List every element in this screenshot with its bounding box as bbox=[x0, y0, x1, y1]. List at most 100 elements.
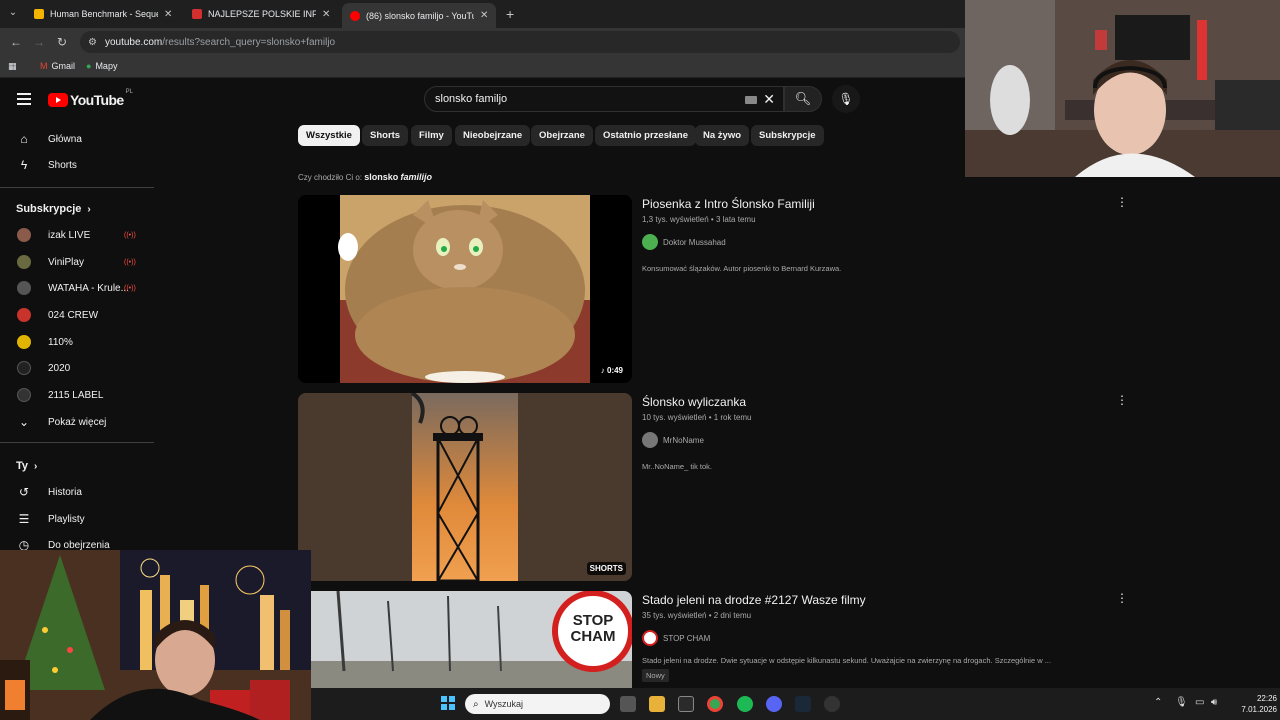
sidebar-sub-2115label[interactable]: 2115 LABEL bbox=[0, 382, 154, 408]
new-tab-button[interactable]: + bbox=[506, 6, 514, 22]
channel-link[interactable]: MrNoName bbox=[642, 432, 1112, 448]
tab-favicon bbox=[192, 9, 202, 19]
thumbnail-mine-tower-image bbox=[298, 393, 632, 581]
sidebar-show-more[interactable]: ⌄ Pokaż więcej bbox=[0, 409, 154, 435]
chrome-icon[interactable] bbox=[707, 696, 723, 712]
browser-tab-3-active[interactable]: (86) slonsko familjo - YouTube ✕ bbox=[342, 3, 497, 28]
sidebar-sub-024crew[interactable]: 024 CREW bbox=[0, 302, 154, 328]
taskbar-search-input[interactable]: ⌕ Wyszukaj bbox=[465, 694, 610, 714]
apps-icon[interactable]: ▦ bbox=[8, 61, 17, 72]
country-code: PL bbox=[125, 89, 133, 95]
video-thumbnail[interactable]: ♪ 0:49 bbox=[298, 195, 632, 383]
video-thumbnail[interactable]: SHORTS bbox=[298, 393, 632, 581]
video-title[interactable]: Ślonsko wyliczanka bbox=[642, 395, 1112, 409]
forward-icon[interactable]: → bbox=[33, 35, 45, 49]
video-description: Mr..NoName_ tik tok. bbox=[642, 462, 713, 471]
sidebar-item-label: izak LIVE bbox=[48, 229, 91, 241]
system-clock[interactable]: 22:26 7.01.2026 bbox=[1233, 693, 1277, 715]
sidebar-item-history[interactable]: ↺ Historia bbox=[0, 479, 154, 505]
reload-icon[interactable]: ↻ bbox=[57, 35, 67, 49]
url-path: /results?search_query=slonsko+familjo bbox=[162, 36, 336, 48]
chip-all[interactable]: Wszystkie bbox=[298, 125, 360, 146]
shorts-badge: SHORTS bbox=[586, 562, 626, 575]
close-icon[interactable]: ✕ bbox=[164, 9, 172, 20]
sidebar-item-shorts[interactable]: ϟ Shorts bbox=[0, 152, 154, 178]
sidebar-item-playlists[interactable]: ☰ Playlisty bbox=[0, 506, 154, 532]
windows-start-icon[interactable] bbox=[441, 696, 455, 710]
sidebar-sub-izak[interactable]: izak LIVE ((•)) bbox=[0, 222, 154, 248]
search-result[interactable]: STOP CHAM Stado jeleni na drodze #2127 W… bbox=[298, 591, 1128, 688]
store-icon[interactable] bbox=[678, 696, 694, 712]
home-icon: ⌂ bbox=[20, 132, 28, 146]
browser-tab-2[interactable]: NAJLEPSZE POLSKIE INFLUENCE ✕ bbox=[184, 3, 338, 25]
address-bar[interactable]: ⚙ youtube.com/results?search_query=slons… bbox=[80, 31, 960, 53]
microphone-tray-icon[interactable]: 🎙︎ bbox=[1175, 697, 1188, 708]
close-icon[interactable]: ✕ bbox=[480, 10, 488, 21]
browser-tab-1[interactable]: Human Benchmark - Sequence ✕ bbox=[26, 3, 180, 25]
clear-search-icon[interactable]: ✕ bbox=[763, 91, 775, 108]
chevron-up-icon[interactable]: ⌃ bbox=[1154, 697, 1162, 708]
back-icon[interactable]: ← bbox=[10, 35, 22, 49]
did-you-mean-link[interactable]: slonsko familijo bbox=[364, 172, 432, 182]
tab-search-button[interactable]: ⌄ bbox=[6, 5, 20, 21]
discord-icon[interactable] bbox=[766, 696, 782, 712]
search-button[interactable]: 🔍︎ bbox=[784, 86, 822, 112]
windows-taskbar: ⌕ Wyszukaj ⌃ 🎙︎ ▭ 🔊︎ 22:26 7.01.2026 bbox=[311, 688, 1280, 720]
chip-recently-uploaded[interactable]: Ostatnio przesłane bbox=[595, 125, 696, 146]
video-meta: 1,3 tys. wyświetleń • 3 lata temu bbox=[642, 215, 756, 224]
sidebar-item-home[interactable]: ⌂ Główna bbox=[0, 126, 154, 152]
more-options-icon[interactable]: ⋮ bbox=[1116, 591, 1128, 605]
search-result[interactable]: ♪ 0:49 Piosenka z Intro Ślonsko Familiji… bbox=[298, 195, 1128, 383]
close-icon[interactable]: ✕ bbox=[322, 9, 330, 20]
sidebar-item-label: 024 CREW bbox=[48, 309, 99, 321]
keyboard-icon[interactable] bbox=[745, 96, 757, 104]
more-options-icon[interactable]: ⋮ bbox=[1116, 195, 1128, 209]
task-view-icon[interactable] bbox=[620, 696, 636, 712]
search-input[interactable]: slonsko familjo ✕ bbox=[424, 86, 784, 112]
avatar bbox=[17, 228, 31, 242]
subscriptions-title: Subskrypcje bbox=[16, 203, 82, 215]
sidebar-sub-wataha[interactable]: WATAHA - Krule... ((•)) bbox=[0, 275, 154, 301]
chip-shorts[interactable]: Shorts bbox=[362, 125, 409, 146]
sidebar-sub-2020[interactable]: 2020 bbox=[0, 355, 154, 381]
maps-icon: ● bbox=[86, 61, 92, 71]
tab-title: Human Benchmark - Sequence bbox=[50, 9, 158, 19]
sidebar-sub-110[interactable]: 110% bbox=[0, 329, 154, 355]
live-icon: ((•)) bbox=[124, 284, 136, 292]
obs-icon[interactable] bbox=[824, 696, 840, 712]
avatar bbox=[17, 308, 31, 322]
more-options-icon[interactable]: ⋮ bbox=[1116, 393, 1128, 407]
channel-name: STOP CHAM bbox=[663, 633, 711, 643]
chip-subscriptions[interactable]: Subskrypcje bbox=[751, 125, 824, 146]
channel-link[interactable]: Doktor Mussahad bbox=[642, 234, 1112, 250]
video-title[interactable]: Stado jeleni na drodze #2127 Wasze filmy bbox=[642, 593, 1112, 607]
tab-favicon bbox=[350, 10, 360, 21]
subscriptions-header[interactable]: Subskrypcje › bbox=[16, 203, 91, 215]
volume-icon[interactable]: 🔊︎ bbox=[1211, 697, 1217, 708]
bookmark-gmail[interactable]: M Gmail bbox=[40, 61, 75, 71]
video-title[interactable]: Piosenka z Intro Ślonsko Familiji bbox=[642, 197, 1112, 211]
chip-watched[interactable]: Obejrzane bbox=[531, 125, 593, 146]
spotify-icon[interactable] bbox=[737, 696, 753, 712]
search-result[interactable]: SHORTS Ślonsko wyliczanka 10 tys. wyświe… bbox=[298, 393, 1128, 581]
sidebar-sub-viniplay[interactable]: ViniPlay ((•)) bbox=[0, 249, 154, 275]
voice-search-button[interactable]: 🎙︎ bbox=[832, 85, 860, 113]
youtube-logo[interactable]: YouTube PL bbox=[48, 89, 133, 108]
steam-icon[interactable] bbox=[795, 696, 811, 712]
chip-unwatched[interactable]: Nieobejrzane bbox=[455, 125, 531, 146]
chip-live[interactable]: Na żywo bbox=[695, 125, 750, 146]
tab-favicon bbox=[34, 9, 44, 19]
bookmark-maps[interactable]: ● Mapy bbox=[86, 61, 117, 71]
network-icon[interactable]: ▭ bbox=[1195, 697, 1204, 708]
did-you-mean: Czy chodziło Ci o: slonsko familijo bbox=[298, 172, 432, 182]
channel-link[interactable]: STOP CHAM bbox=[642, 630, 1112, 646]
live-icon: ((•)) bbox=[124, 231, 136, 239]
chip-videos[interactable]: Filmy bbox=[411, 125, 452, 146]
search-value: slonsko familjo bbox=[435, 93, 508, 105]
menu-icon[interactable] bbox=[17, 93, 31, 105]
site-info-icon[interactable]: ⚙ bbox=[88, 37, 97, 48]
webcam-christmas-image bbox=[0, 550, 311, 720]
you-header[interactable]: Ty › bbox=[16, 460, 37, 472]
video-thumbnail[interactable]: STOP CHAM bbox=[298, 591, 632, 688]
file-explorer-icon[interactable] bbox=[649, 696, 665, 712]
